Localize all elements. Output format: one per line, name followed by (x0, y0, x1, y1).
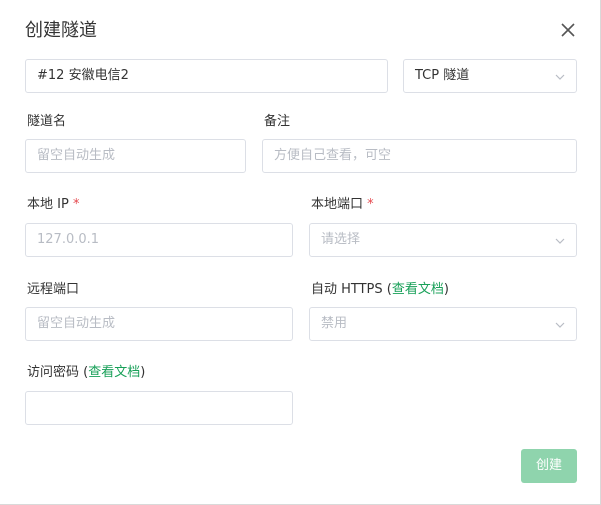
node-select[interactable]: #12 安徽电信2 (25, 59, 388, 93)
access-password-label-text: 访问密码 (27, 365, 80, 380)
remote-port-label: 远程端口 (27, 282, 80, 297)
required-mark: * (367, 197, 374, 212)
auto-https-value: 禁用 (321, 316, 348, 331)
node-select-value: #12 安徽电信2 (37, 68, 129, 83)
remote-port-placeholder: 留空自动生成 (37, 316, 116, 331)
remark-placeholder: 方便自己查看，可空 (274, 148, 392, 163)
local-port-placeholder: 请选择 (321, 232, 361, 247)
required-mark: * (72, 197, 80, 212)
local-port-label: 本地端口 * (311, 196, 374, 214)
create-button[interactable]: 创建 (521, 449, 577, 483)
local-port-label-text: 本地端口 (311, 197, 364, 212)
tunnel-name-input[interactable]: 留空自动生成 (25, 139, 246, 173)
tunnel-type-value: TCP 隧道 (415, 68, 470, 83)
auto-https-select[interactable]: 禁用 (309, 307, 577, 341)
dialog-title: 创建隧道 (25, 20, 97, 41)
local-ip-label: 本地 IP * (27, 196, 79, 214)
local-ip-input[interactable]: 127.0.0.1 (25, 223, 293, 257)
access-password-doc-link[interactable]: 查看文档 (88, 365, 140, 380)
local-port-select[interactable]: 请选择 (309, 223, 577, 257)
tunnel-type-select[interactable]: TCP 隧道 (403, 59, 577, 93)
auto-https-doc-link[interactable]: 查看文档 (392, 282, 444, 297)
close-icon[interactable] (558, 20, 578, 40)
chevron-down-icon (555, 322, 565, 328)
remote-port-input[interactable]: 留空自动生成 (25, 307, 293, 341)
access-password-input[interactable] (25, 391, 293, 425)
auto-https-label: 自动 HTTPS (查看文档) (311, 281, 449, 299)
remark-input[interactable]: 方便自己查看，可空 (262, 139, 577, 173)
doc-close-paren: ) (140, 365, 146, 380)
create-tunnel-dialog: 创建隧道 #12 安徽电信2 TCP 隧道 隧道名 备注 留空自动生成 方便自己… (0, 0, 601, 505)
local-ip-placeholder: 127.0.0.1 (37, 232, 100, 247)
local-ip-label-text: 本地 IP (27, 197, 69, 212)
access-password-label: 访问密码 (查看文档) (27, 364, 145, 382)
doc-close-paren: ) (443, 282, 449, 297)
chevron-down-icon (555, 74, 565, 80)
tunnel-name-label: 隧道名 (27, 114, 67, 129)
auto-https-label-text: 自动 HTTPS (311, 282, 383, 297)
chevron-down-icon (555, 238, 565, 244)
tunnel-name-placeholder: 留空自动生成 (37, 148, 116, 163)
remark-label: 备注 (264, 114, 291, 129)
